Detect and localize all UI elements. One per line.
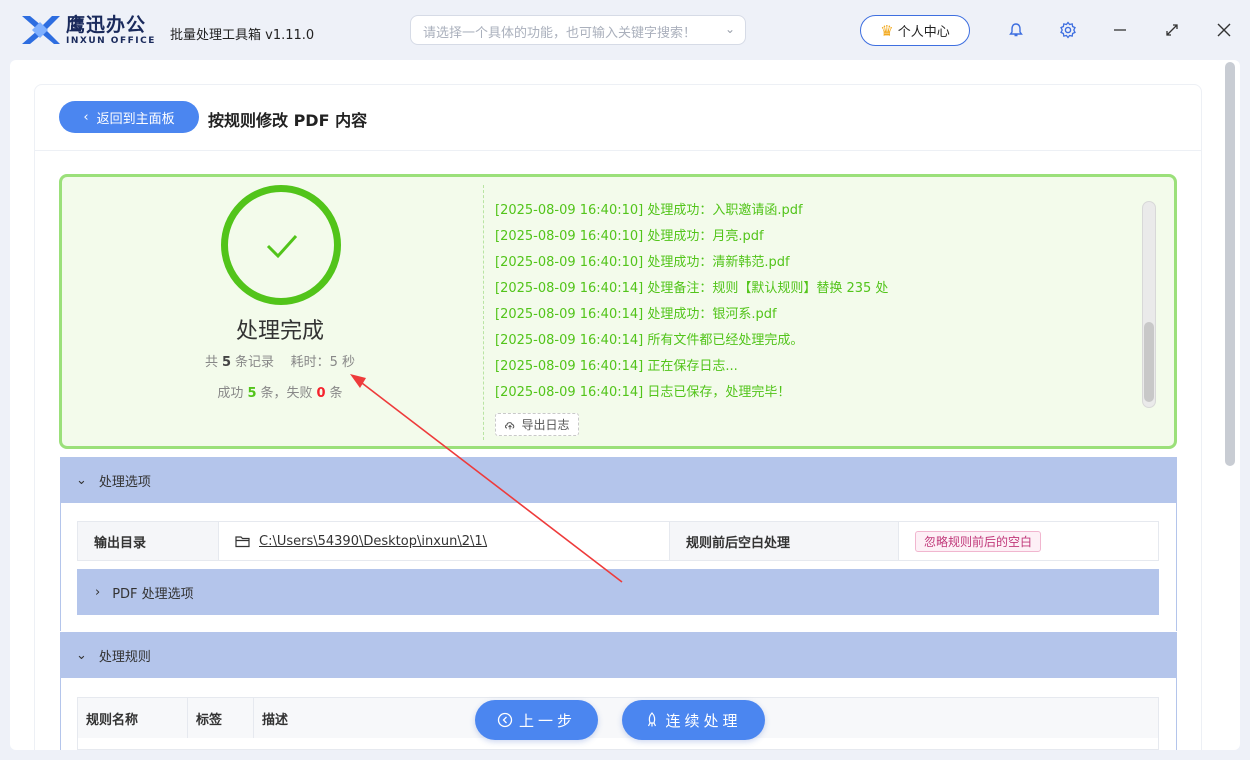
time-prefix: 耗时： bbox=[290, 355, 330, 370]
success-count: 5 bbox=[247, 386, 257, 401]
prev-step-button[interactable]: 上一步 bbox=[475, 700, 598, 740]
chevron-down-icon: ⌄ bbox=[76, 647, 87, 663]
fail-suffix: 条 bbox=[329, 386, 343, 401]
log-line: [2025-08-09 16:40:10] 处理成功：月亮.pdf bbox=[495, 229, 764, 244]
maximize-icon[interactable] bbox=[1160, 18, 1184, 42]
whitespace-label: 规则前后空白处理 bbox=[670, 522, 899, 560]
title-bar: 鹰迅办公 INXUN OFFICE 批量处理工具箱 v1.11.0 请选择一个具… bbox=[0, 0, 1250, 60]
output-dir-cell: C:\Users\54390\Desktop\inxun\2\1\ bbox=[219, 522, 670, 560]
col-tag: 标签 bbox=[188, 698, 254, 738]
options-section-label: 处理选项 bbox=[98, 474, 151, 490]
success-check-icon bbox=[221, 185, 341, 305]
folder-icon bbox=[235, 535, 250, 547]
window-scrollbar[interactable] bbox=[1224, 60, 1236, 750]
log-line: [2025-08-09 16:40:14] 日志已保存，处理完毕！ bbox=[495, 385, 791, 400]
scrollbar-thumb[interactable] bbox=[1225, 62, 1235, 466]
log-line: [2025-08-09 16:40:14] 处理备注：规则【默认规则】替换 23… bbox=[495, 281, 889, 296]
time-value: 5 bbox=[329, 355, 338, 370]
log-line: [2025-08-09 16:40:14] 所有文件都已经处理完成。 bbox=[495, 333, 804, 348]
close-icon[interactable] bbox=[1212, 18, 1236, 42]
app-logo: 鹰迅办公 INXUN OFFICE bbox=[18, 12, 156, 48]
result-panel: 处理完成 共 5 条记录 耗时：5 秒 成功 5 条，失败 0 条 [2025-08-09 … bbox=[59, 174, 1177, 449]
logo-mark-icon bbox=[22, 16, 60, 44]
output-dir-link[interactable]: C:\Users\54390\Desktop\inxun\2\1\ bbox=[259, 534, 487, 549]
export-log-button[interactable]: 导出日志 bbox=[495, 413, 579, 436]
back-to-main-button[interactable]: ‹ 返回到主面板 bbox=[59, 101, 199, 133]
logo-en-text: INXUN OFFICE bbox=[66, 36, 156, 46]
pdf-options-header[interactable]: › PDF 处理选项 bbox=[77, 569, 1159, 615]
total-stats: 共 5 条记录 耗时：5 秒 bbox=[62, 351, 498, 370]
chevron-left-icon: ‹ bbox=[83, 109, 89, 125]
fail-count: 0 bbox=[316, 386, 326, 401]
success-fail-stats: 成功 5 条，失败 0 条 bbox=[62, 382, 498, 401]
crown-icon: ♛ bbox=[880, 21, 894, 40]
logo-cn-text: 鹰迅办公 bbox=[66, 14, 147, 36]
whitespace-cell: 忽略规则前后的空白 bbox=[899, 522, 1158, 560]
app-title: 批量处理工具箱 v1.11.0 bbox=[170, 28, 315, 43]
status-title: 处理完成 bbox=[235, 319, 324, 344]
minimize-icon[interactable] bbox=[1108, 18, 1132, 42]
export-log-label: 导出日志 bbox=[521, 418, 570, 432]
log-line: [2025-08-09 16:40:14] 正在保存日志... bbox=[495, 359, 738, 374]
log-list: [2025-08-09 16:40:10] 处理成功：入职邀请函.pdf [20… bbox=[495, 198, 1135, 406]
bell-icon[interactable] bbox=[1004, 18, 1028, 42]
rocket-icon bbox=[648, 712, 657, 727]
fail-prefix: 条，失败 bbox=[260, 386, 313, 401]
whitespace-tag: 忽略规则前后的空白 bbox=[915, 530, 1042, 552]
back-label: 返回到主面板 bbox=[96, 111, 175, 127]
log-scrollbar-thumb[interactable] bbox=[1144, 322, 1154, 402]
card-header: ‹ 返回到主面板 按规则修改 PDF 内容 bbox=[35, 85, 1201, 151]
total-count: 5 bbox=[221, 355, 232, 370]
continue-process-label: 连续处理 bbox=[665, 711, 742, 730]
result-divider bbox=[483, 185, 484, 440]
pdf-options-label: PDF 处理选项 bbox=[112, 586, 194, 602]
feature-search-input[interactable]: 请选择一个具体的功能，也可输入关键字搜索！ ⌄ bbox=[410, 15, 746, 45]
log-line: [2025-08-09 16:40:10] 处理成功：清新韩范.pdf bbox=[495, 255, 790, 270]
log-line: [2025-08-09 16:40:14] 处理成功：银河系.pdf bbox=[495, 307, 777, 322]
success-prefix: 成功 bbox=[217, 386, 244, 401]
search-placeholder: 请选择一个具体的功能，也可输入关键字搜索！ bbox=[423, 26, 697, 41]
user-center-label: 个人中心 bbox=[897, 25, 950, 40]
col-rule-name: 规则名称 bbox=[78, 698, 188, 738]
chevron-right-icon: › bbox=[95, 584, 101, 600]
user-center-button[interactable]: ♛ 个人中心 bbox=[860, 15, 970, 46]
time-suffix: 秒 bbox=[342, 355, 356, 370]
log-scrollbar[interactable] bbox=[1142, 201, 1156, 408]
options-table: 输出目录 C:\Users\54390\Desktop\inxun\2\1\ 规… bbox=[77, 521, 1159, 561]
prev-step-label: 上一步 bbox=[518, 711, 576, 730]
log-line: [2025-08-09 16:40:10] 处理成功：入职邀请函.pdf bbox=[495, 203, 803, 218]
continue-process-button[interactable]: 连续处理 bbox=[622, 700, 765, 740]
chevron-down-icon[interactable]: ⌄ bbox=[725, 22, 735, 36]
output-dir-label: 输出目录 bbox=[78, 522, 219, 560]
rules-table: 规则名称 标签 描述 bbox=[77, 697, 1159, 750]
arrow-left-circle-icon bbox=[497, 712, 513, 728]
cloud-upload-icon bbox=[505, 421, 515, 429]
page-title: 按规则修改 PDF 内容 bbox=[208, 111, 368, 130]
options-section-header[interactable]: ⌄ 处理选项 bbox=[60, 457, 1177, 503]
total-prefix: 共 bbox=[204, 355, 218, 370]
chevron-down-icon: ⌄ bbox=[76, 472, 87, 488]
rules-table-header: 规则名称 标签 描述 bbox=[78, 698, 1158, 738]
total-suffix: 条记录 bbox=[235, 355, 275, 370]
rules-section-label: 处理规则 bbox=[98, 649, 151, 665]
gear-icon[interactable] bbox=[1056, 18, 1080, 42]
rules-section-header[interactable]: ⌄ 处理规则 bbox=[60, 632, 1177, 678]
